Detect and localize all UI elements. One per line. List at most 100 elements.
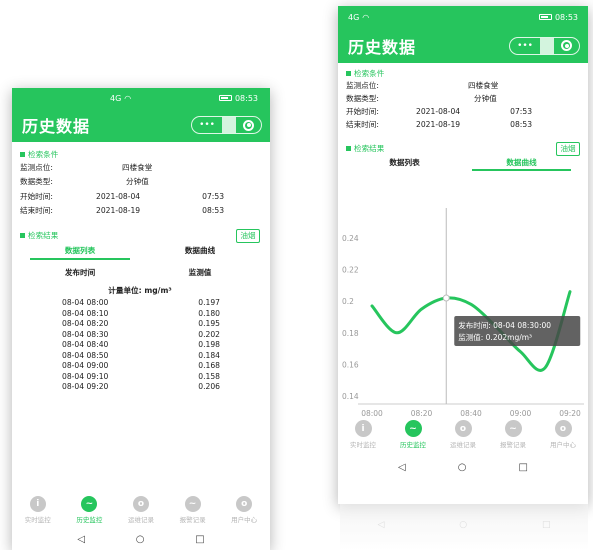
nav-item-4[interactable]: o 用户中心 [538, 420, 588, 456]
nav-item-2[interactable]: o 运维记录 [115, 496, 167, 528]
nav-label: 运维记录 [450, 441, 476, 449]
results-section-title: 检索结果 [346, 143, 384, 155]
table-row: 08-04 09:00 0.168 [20, 361, 260, 372]
nav-item-1[interactable]: ~ 历史监控 [388, 420, 438, 456]
start-row[interactable]: 开始时间: 2021-08-04 07:53 [346, 105, 580, 118]
row-time: 08-04 08:10 [62, 308, 109, 318]
start-time[interactable]: 07:53 [202, 192, 224, 201]
type-row[interactable]: 数据类型: 分钟值 [20, 175, 260, 190]
info-icon: i [29, 496, 46, 512]
close-program-button[interactable] [554, 38, 579, 54]
x-tick-label: 09:00 [510, 409, 532, 418]
pollutant-select-button[interactable]: 油烟 [236, 228, 260, 243]
nav-item-1[interactable]: ~ 历史监控 [64, 496, 116, 528]
x-tick-label: 08:40 [460, 409, 482, 418]
nav-item-2[interactable]: o 运维记录 [438, 420, 488, 456]
more-menu-button[interactable]: ••• [510, 38, 540, 54]
col-time-header: 发布时间 [64, 267, 96, 277]
start-row[interactable]: 开始时间: 2021-08-04 07:53 [20, 189, 260, 204]
page-title: 历史数据 [348, 37, 417, 57]
back-button[interactable]: ◁ [398, 462, 406, 473]
bottom-nav: i 实时监控 ~ 历史监控 o 运维记录 ~ 报警记录 o 用户中心 [338, 420, 588, 456]
y-tick-label: 0.24 [342, 234, 359, 243]
row-value: 0.195 [198, 319, 220, 328]
alarm-icon: ~ [504, 420, 522, 437]
nav-label: 用户中心 [550, 441, 576, 449]
end-time[interactable]: 08:53 [510, 120, 532, 129]
row-time: 08-04 08:30 [62, 329, 109, 339]
phone-list-view: 4G ◠ 08:53 历史数据 ••• 检索条件 监测点位: 四楼食堂 数据类型: 分… [12, 88, 270, 550]
x-tick-label: 08:20 [411, 409, 433, 418]
pollutant-select-button[interactable]: 油烟 [556, 141, 580, 156]
location-row[interactable]: 监测点位: 四楼食堂 [20, 160, 260, 175]
start-date[interactable]: 2021-08-04 [96, 192, 140, 201]
signal-icon: 4G [110, 93, 122, 103]
row-value: 0.184 [198, 350, 220, 360]
bullet-square-icon [20, 151, 25, 157]
tab-data-curve[interactable]: 数据曲线 [140, 243, 260, 260]
user-icon: o [132, 496, 149, 512]
capsule-divider [222, 117, 236, 133]
col-value-header: 监测值 [188, 267, 212, 277]
type-value: 分钟值 [474, 94, 497, 103]
more-menu-button[interactable]: ••• [192, 117, 222, 133]
back-button[interactable]: ◁ [77, 534, 85, 545]
result-tabs: 数据列表 数据曲线 [346, 156, 580, 171]
unit-label: 计量单位: mg/m³ [108, 286, 172, 295]
y-tick-label: 0.14 [342, 392, 359, 401]
row-time: 08-04 09:10 [62, 371, 109, 381]
recent-apps-button[interactable]: □ [195, 534, 204, 545]
location-row[interactable]: 监测点位: 四楼食堂 [346, 79, 580, 92]
nav-item-0[interactable]: i 实时监控 [12, 496, 64, 528]
start-date[interactable]: 2021-08-04 [416, 107, 460, 116]
row-value: 0.198 [198, 340, 220, 349]
row-time: 08-04 08:40 [62, 340, 109, 349]
history-line-chart[interactable]: 0.14 0.16 0.18 0.2 0.22 0.24 08:00 08:20 08:40 09… [338, 208, 588, 420]
mini-program-capsule: ••• [191, 116, 262, 134]
x-tick-label: 08:00 [361, 409, 383, 418]
close-program-button[interactable] [236, 117, 261, 133]
start-time[interactable]: 07:53 [510, 107, 532, 116]
end-date[interactable]: 2021-08-19 [96, 206, 140, 215]
nav-item-0[interactable]: i 实时监控 [338, 420, 388, 456]
user-center-icon: o [236, 496, 253, 512]
target-icon [561, 40, 572, 51]
battery-icon [218, 95, 232, 101]
bullet-square-icon [346, 146, 351, 151]
end-date[interactable]: 2021-08-19 [416, 120, 460, 129]
data-table: 08-04 08:00 0.197 08-04 08:10 0.180 08-04 08… [20, 298, 260, 393]
status-bar: 4G ◠ 08:53 [12, 88, 270, 108]
home-button[interactable]: ○ [458, 462, 467, 473]
recent-apps-button[interactable]: □ [519, 462, 528, 473]
reflection-recent-icon: □ [542, 520, 551, 530]
tab-data-curve[interactable]: 数据曲线 [463, 156, 580, 171]
status-bar: 4G ◠ 08:53 [338, 6, 588, 28]
system-nav-bar: ◁ ○ □ [12, 528, 270, 550]
phone-reflection: ◁ ○ □ [340, 504, 588, 550]
end-row[interactable]: 结束时间: 2021-08-19 08:53 [346, 118, 580, 131]
row-time: 08-04 09:00 [62, 361, 109, 370]
app-header: 4G ◠ 08:53 历史数据 ••• [12, 88, 270, 142]
nav-item-4[interactable]: o 用户中心 [218, 496, 270, 528]
reflection-home-icon: ○ [459, 520, 468, 530]
mini-program-capsule: ••• [509, 36, 580, 55]
row-value: 0.158 [198, 371, 220, 381]
nav-item-3[interactable]: ~ 报警记录 [167, 496, 219, 528]
tab-data-list[interactable]: 数据列表 [20, 243, 140, 260]
info-icon: i [354, 420, 372, 437]
row-time: 08-04 08:20 [62, 319, 109, 328]
location-value: 四楼食堂 [468, 81, 499, 90]
table-row: 08-04 08:50 0.184 [20, 351, 260, 362]
home-button[interactable]: ○ [136, 534, 145, 545]
table-row: 08-04 09:20 0.206 [20, 382, 260, 393]
table-row: 08-04 09:10 0.158 [20, 372, 260, 383]
criteria-section-title: 检索条件 [20, 148, 260, 160]
row-value: 0.168 [198, 361, 220, 370]
end-time[interactable]: 08:53 [202, 206, 224, 215]
end-row[interactable]: 结束时间: 2021-08-19 08:53 [20, 204, 260, 219]
type-row[interactable]: 数据类型: 分钟值 [346, 92, 580, 105]
tab-data-list[interactable]: 数据列表 [346, 156, 463, 171]
row-time: 08-04 08:00 [62, 298, 109, 307]
nav-item-3[interactable]: ~ 报警记录 [488, 420, 538, 456]
system-nav-bar: ◁ ○ □ [338, 456, 588, 478]
